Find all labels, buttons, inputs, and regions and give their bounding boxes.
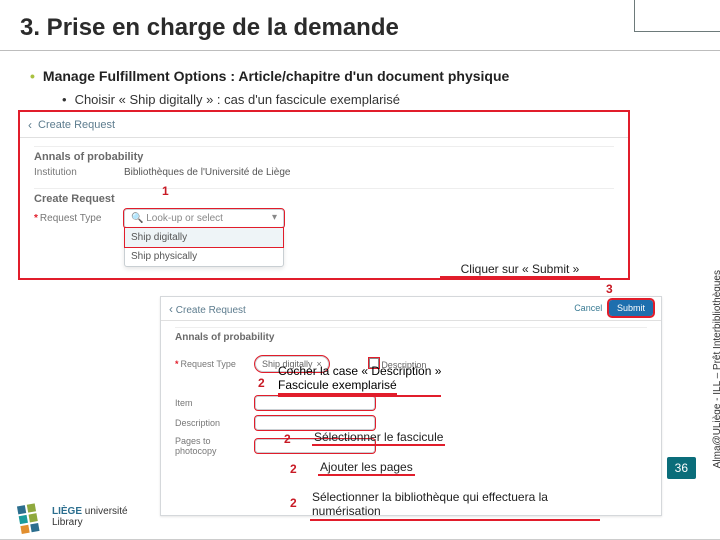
item-input[interactable] — [255, 396, 375, 410]
annotation-submit: Cliquer sur « Submit » — [440, 262, 600, 278]
annotation-add-pages: Ajouter les pages — [318, 460, 415, 476]
bullet-sub: Choisir « Ship digitally » : cas d'un fa… — [62, 92, 400, 107]
request-type-label: *Request Type — [34, 213, 114, 224]
bullet-main: Manage Fulfillment Options : Article/cha… — [30, 68, 509, 84]
annotation-description: Cocher la case « Description » Fascicule… — [278, 364, 441, 397]
top-right-box — [634, 0, 720, 32]
step-marker-2a: 2 — [258, 376, 265, 390]
logo-text: LIÈGE université Library — [52, 506, 128, 528]
panel1-body: Annals of probability Institution Biblio… — [20, 138, 628, 240]
item-field-label: Item — [175, 398, 245, 408]
side-caption: Alma@ULiège - ILL – Prêt Interbibliothèq… — [712, 270, 720, 468]
request-type-select[interactable]: 🔍 Look-up or select — [124, 209, 284, 228]
screenshot-panel-1: ‹ Create Request Annals of probability I… — [18, 110, 630, 280]
option-ship-digitally[interactable]: Ship digitally — [125, 228, 283, 247]
slide-title: 3. Prise en charge de la demande — [20, 14, 399, 42]
step-marker-3: 3 — [606, 282, 613, 296]
panel1-header: ‹ Create Request — [20, 112, 628, 138]
institution-value: Bibliothèques de l'Université de Liège — [124, 167, 290, 178]
back-chevron-icon-2[interactable]: ‹ — [169, 302, 173, 316]
cancel-button[interactable]: Cancel — [574, 303, 602, 313]
request-type-dropdown: Ship digitally Ship physically — [124, 227, 284, 267]
request-type-placeholder: Look-up or select — [146, 213, 223, 224]
screenshot-panel-2: ‹ Create Request Cancel Submit Annals of… — [160, 296, 662, 516]
liege-logo: LIÈGE université Library — [18, 503, 128, 531]
institution-label: Institution — [34, 167, 114, 178]
back-chevron-icon[interactable]: ‹ — [28, 118, 32, 132]
panel1-title: Create Request — [38, 119, 115, 131]
step-marker-1: 1 — [162, 184, 169, 198]
step-marker-2d: 2 — [290, 496, 297, 510]
panel2-header: ‹ Create Request Cancel Submit — [161, 297, 661, 321]
page-number: 36 — [667, 457, 696, 479]
description-input[interactable] — [255, 416, 375, 430]
required-asterisk: * — [34, 213, 38, 224]
panel1-section-create: Create Request — [34, 188, 614, 205]
slide: 3. Prise en charge de la demande Manage … — [0, 0, 720, 540]
option-ship-physically[interactable]: Ship physically — [125, 247, 283, 266]
step-marker-2c: 2 — [290, 462, 297, 476]
submit-button[interactable]: Submit — [609, 300, 653, 316]
pages-label: Pages to photocopy — [175, 436, 245, 456]
required-asterisk-2: * — [175, 359, 179, 369]
panel2-title: Create Request — [176, 305, 246, 316]
panel1-doc-title: Annals of probability — [34, 146, 614, 163]
reqtype2-label: *Request Type — [175, 359, 245, 369]
panel2-doc-title: Annals of probability — [175, 327, 647, 343]
step-marker-2b: 2 — [284, 432, 291, 446]
annotation-select-library: Sélectionner la bibliothèque qui effectu… — [310, 490, 600, 521]
title-divider — [0, 50, 720, 51]
desc-field-label: Description — [175, 418, 245, 428]
logo-mark-icon — [16, 501, 48, 533]
annotation-select-fascicule: Sélectionner le fascicule — [312, 430, 445, 446]
